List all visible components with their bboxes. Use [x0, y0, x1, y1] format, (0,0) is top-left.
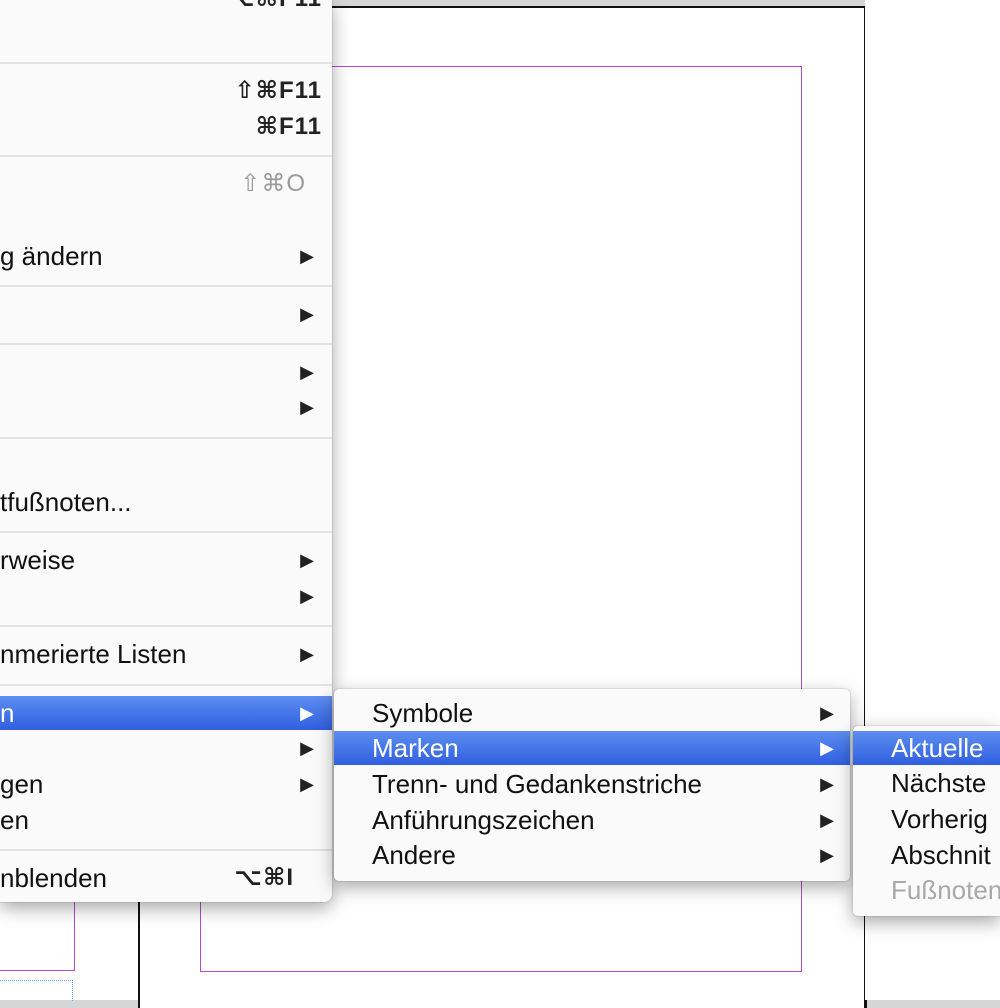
submenu-arrow-icon: ▶ [300, 304, 314, 324]
menu-separator [0, 531, 332, 533]
submenu-arrow-icon: ▶ [820, 810, 834, 830]
menu-item-label: Symbole [372, 698, 474, 728]
special-character-submenu: Symbole ▶ Marken ▶ Trenn- und Gedankenst… [334, 689, 850, 881]
menu-item-label: rweise [0, 545, 76, 575]
menu-item-label: Marken [372, 733, 459, 763]
menu-item-7[interactable]: ▶ [0, 390, 332, 424]
submenu-item-section[interactable]: Abschnit [853, 838, 1000, 872]
menu-item-6[interactable]: ▶ [0, 355, 332, 389]
menu-item-label: Abschnit [891, 840, 991, 870]
menu-separator [0, 684, 332, 686]
menu-item-label: Trenn- und Gedankenstriche [372, 769, 703, 799]
submenu-arrow-icon: ▶ [300, 397, 314, 417]
menu-item-cross-references[interactable]: rweise ▶ [0, 543, 332, 577]
menu-item-label: Andere [372, 840, 456, 870]
menu-item-label: g ändern [0, 241, 103, 271]
type-menu: ⌥⌘F11 ⇧⌘F11 ⌘F11 ⇧⌘O g ändern ▶ ▶ ▶ ▶ tf… [0, 0, 332, 902]
submenu-arrow-icon: ▶ [820, 703, 834, 723]
menu-item-1[interactable]: ⇧⌘F11 [0, 74, 332, 108]
menu-item-3[interactable]: ⇧⌘O [0, 167, 332, 201]
menu-item-13[interactable]: ▶ [0, 731, 332, 765]
menu-item-label: n [0, 698, 15, 728]
shortcut-text: ⌥⌘F11 [227, 0, 322, 16]
menu-item-label: nmerierte Listen [0, 639, 187, 669]
menu-separator [0, 437, 332, 439]
submenu-arrow-icon: ▶ [300, 246, 314, 266]
menu-item-label: Anführungszeichen [372, 805, 595, 835]
shortcut-text: ⌥⌘I [234, 864, 294, 891]
marken-submenu: Aktuelle Nächste Vorherig Abschnit Fußno… [853, 726, 1000, 916]
menu-separator [0, 155, 332, 157]
submenu-item-andere[interactable]: Andere ▶ [334, 838, 850, 872]
menu-item-change-case[interactable]: g ändern ▶ [0, 239, 332, 273]
menu-item-label: gen [0, 769, 44, 799]
submenu-arrow-icon: ▶ [300, 703, 314, 723]
submenu-item-footnote[interactable]: Fußnoten [853, 873, 1000, 907]
menu-separator [0, 343, 332, 345]
menu-item-label: Fußnoten [891, 875, 1000, 905]
submenu-item-symbole[interactable]: Symbole ▶ [334, 696, 850, 730]
menu-item-10[interactable]: ▶ [0, 579, 332, 613]
submenu-arrow-icon: ▶ [300, 774, 314, 794]
submenu-arrow-icon: ▶ [300, 550, 314, 570]
shortcut-text: ⇧⌘O [240, 170, 306, 197]
submenu-item-next[interactable]: Nächste [853, 766, 1000, 800]
submenu-arrow-icon: ▶ [300, 738, 314, 758]
submenu-arrow-icon: ▶ [300, 362, 314, 382]
submenu-arrow-icon: ▶ [300, 644, 314, 664]
menu-item-show-hidden-chars[interactable]: nblenden ⌥⌘I [0, 861, 332, 895]
menu-item-label: Nächste [891, 768, 987, 798]
submenu-item-current[interactable]: Aktuelle [853, 731, 1000, 765]
menu-item-numbered-lists[interactable]: nmerierte Listen ▶ [0, 637, 332, 671]
menu-item-insert-special-character[interactable]: n ▶ [0, 696, 332, 730]
submenu-arrow-icon: ▶ [820, 774, 834, 794]
submenu-item-marken[interactable]: Marken ▶ [334, 731, 850, 765]
menu-item-5[interactable]: ▶ [0, 297, 332, 331]
submenu-arrow-icon: ▶ [820, 738, 834, 758]
text-frame-outline [0, 980, 73, 1001]
menu-item-insert-break[interactable]: gen ▶ [0, 767, 332, 801]
menu-item-label: Aktuelle [891, 733, 984, 763]
menu-separator [0, 285, 332, 287]
submenu-arrow-icon: ▶ [820, 845, 834, 865]
menu-item-2[interactable]: ⌘F11 [0, 110, 332, 144]
shortcut-text: ⇧⌘F11 [234, 77, 322, 104]
submenu-item-previous[interactable]: Vorherig [853, 802, 1000, 836]
submenu-item-quotes[interactable]: Anführungszeichen ▶ [334, 803, 850, 837]
menu-item-label: tfußnoten... [0, 487, 132, 517]
menu-item-partial-top[interactable]: ⌥⌘F11 [0, 0, 332, 16]
menu-item-label: nblenden [0, 863, 107, 893]
menu-item-label: en [0, 805, 29, 835]
menu-item-footnotes[interactable]: tfußnoten... [0, 485, 332, 519]
menu-item-label: Vorherig [891, 804, 988, 834]
shortcut-text: ⌘F11 [255, 113, 322, 140]
menu-separator [0, 625, 332, 627]
menu-separator [0, 849, 332, 851]
submenu-item-dashes[interactable]: Trenn- und Gedankenstriche ▶ [334, 767, 850, 801]
menu-separator [0, 62, 332, 64]
submenu-arrow-icon: ▶ [300, 586, 314, 606]
menu-item-fill[interactable]: en [0, 803, 332, 837]
